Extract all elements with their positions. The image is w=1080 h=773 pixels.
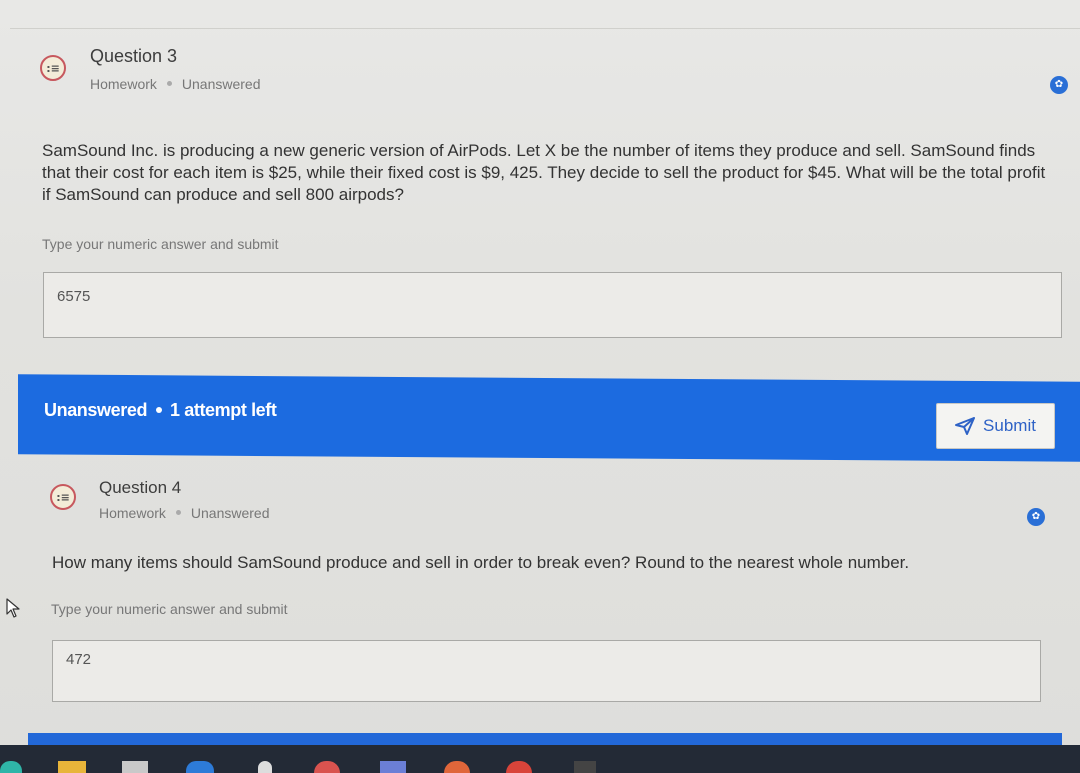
os-taskbar bbox=[0, 745, 1080, 773]
question-3-meta: Homework Unanswered bbox=[90, 76, 261, 92]
page: :≡ Question 3 Homework Unanswered ✿ SamSo… bbox=[0, 0, 1080, 773]
question-4-answer-value: 472 bbox=[66, 651, 92, 668]
question-3-bookmark-icon[interactable]: ✿ bbox=[1050, 76, 1068, 94]
mail-icon[interactable] bbox=[186, 761, 214, 773]
store-icon[interactable] bbox=[122, 761, 148, 773]
question-4-bookmark-icon[interactable]: ✿ bbox=[1027, 508, 1045, 526]
answer-status: Unanswered bbox=[44, 400, 148, 420]
card-divider bbox=[10, 28, 1080, 29]
question-4-status: Unanswered bbox=[190, 505, 270, 521]
settings-app-icon[interactable] bbox=[380, 761, 406, 773]
send-icon bbox=[955, 417, 976, 435]
question-4-list-icon: :≡ bbox=[50, 484, 76, 510]
question-3-answer-value: 6575 bbox=[57, 288, 91, 305]
separator-dot bbox=[156, 406, 163, 413]
question-4-title: Question 4 bbox=[99, 478, 182, 497]
file-explorer-icon[interactable] bbox=[58, 761, 86, 773]
question-3-text: SamSound Inc. is producing a new generic… bbox=[42, 141, 1046, 204]
submit-button[interactable]: Submit bbox=[936, 403, 1055, 449]
taskbar-app-icon[interactable] bbox=[0, 761, 22, 773]
browser-icon[interactable] bbox=[258, 761, 272, 773]
separator-dot bbox=[166, 81, 172, 87]
submit-label: Submit bbox=[983, 416, 1036, 435]
question-4-meta: Homework Unanswered bbox=[99, 505, 270, 521]
question-3-title: Question 3 bbox=[90, 46, 178, 66]
mouse-cursor-icon bbox=[6, 598, 20, 618]
terminal-icon[interactable] bbox=[574, 761, 596, 773]
question-3-list-icon: :≡ bbox=[40, 55, 66, 81]
question-3-category: Homework bbox=[90, 76, 157, 92]
question-4-category: Homework bbox=[99, 505, 166, 521]
question-4-answer-input[interactable]: 472 bbox=[52, 640, 1041, 702]
question-4-hint: Type your numeric answer and submit bbox=[51, 601, 288, 617]
question-3-hint: Type your numeric answer and submit bbox=[42, 236, 279, 252]
separator-dot bbox=[175, 510, 181, 516]
question-4-text: How many items should SamSound produce a… bbox=[52, 553, 910, 572]
question-3-status: Unanswered bbox=[181, 76, 261, 92]
question-3-answer-input[interactable]: 6575 bbox=[43, 272, 1062, 338]
attempts-left: 1 attempt left bbox=[170, 400, 277, 420]
next-section-bar bbox=[28, 733, 1062, 745]
attempt-status: Unanswered 1 attempt left bbox=[44, 400, 277, 421]
